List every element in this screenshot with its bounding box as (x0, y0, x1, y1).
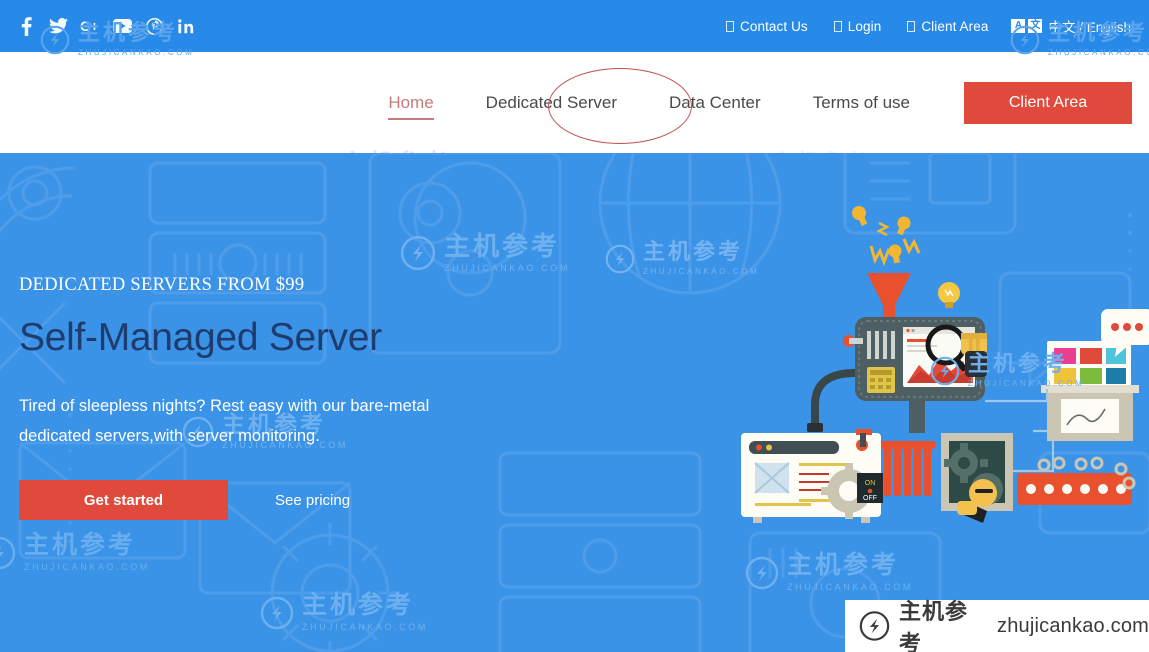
top-link-label: Contact Us (740, 18, 808, 34)
illustration-gear-box (941, 433, 1013, 523)
badge-logo-icon (859, 611, 890, 641)
client-area-button[interactable]: Client Area (964, 81, 1132, 124)
illustration-sparks (852, 206, 921, 267)
language-switcher-label: 中文 / English (1048, 20, 1131, 35)
badge-zh-text: 主机参考 (898, 599, 968, 652)
illustration-color-panel (1041, 309, 1149, 441)
missing-glyph-icon (833, 20, 842, 32)
twitter-icon[interactable] (42, 10, 74, 42)
top-nav-links: Contact Us Login Client Area A 文 中文 / En… (713, 16, 1131, 36)
hero-actions: Get started See pricing (19, 480, 499, 520)
main-navigation-bar: 主机参考 ZHUJICANKAO.COM 主机参考 ZHUJICANKAO.CO… (0, 52, 1149, 190)
site-watermark-badge: 主机参考 zhujicankao.com (845, 599, 1149, 652)
hero-eyebrow: DEDICATED SERVERS FROM $99 (19, 275, 305, 295)
illustration-funnel (867, 273, 911, 323)
nav-item-home[interactable]: Home (362, 93, 459, 120)
illustration-printer-device: ON OFF (741, 429, 883, 523)
svg-text:ON: ON (865, 480, 876, 487)
illustration-conveyor (1017, 456, 1136, 505)
illustration-bellows (881, 441, 935, 496)
nav-item-terms-of-use[interactable]: Terms of use (787, 93, 936, 113)
pinterest-icon[interactable] (138, 10, 170, 42)
top-link-contact-us[interactable]: Contact Us (713, 19, 821, 34)
top-link-login[interactable]: Login (821, 19, 895, 34)
nav-item-dedicated-server[interactable]: Dedicated Server (460, 93, 643, 113)
social-links: G+ (10, 10, 202, 42)
top-utility-bar: G+ Contact Us Login Client Area A 文 中文 /… (0, 0, 1149, 52)
nav-links: Home Dedicated Server Data Center Terms … (362, 93, 936, 120)
hero-section: DEDICATED SERVERS FROM $99 Self-Managed … (0, 153, 1149, 652)
translate-a-icon: A (1011, 19, 1026, 33)
missing-glyph-icon (907, 20, 916, 32)
top-link-client-area[interactable]: Client Area (894, 19, 1001, 34)
nav-item-data-center[interactable]: Data Center (643, 93, 787, 113)
illustration-main-machine (843, 317, 987, 433)
youtube-icon[interactable] (106, 10, 138, 42)
missing-glyph-icon (726, 20, 734, 32)
webpage-screenshot: G+ Contact Us Login Client Area A 文 中文 /… (0, 0, 1149, 652)
svg-text:G+: G+ (80, 19, 99, 33)
language-switcher[interactable]: A 文 中文 / English (1001, 16, 1131, 36)
linkedin-icon[interactable] (170, 10, 202, 42)
hero-copy-block: DEDICATED SERVERS FROM $99 Self-Managed … (19, 275, 499, 520)
hero-illustration: ON OFF (741, 206, 1149, 523)
hero-subcopy: Tired of sleepless nights? Rest easy wit… (19, 397, 430, 445)
get-started-button[interactable]: Get started (19, 480, 228, 520)
svg-text:OFF: OFF (863, 495, 877, 502)
illustration-lightbulb (938, 282, 960, 308)
badge-en-text: zhujicankao.com (997, 614, 1149, 637)
facebook-icon[interactable] (10, 10, 42, 42)
top-link-label: Login (847, 18, 882, 34)
top-link-label: Client Area (921, 18, 989, 34)
see-pricing-link[interactable]: See pricing (275, 492, 350, 509)
google-plus-icon[interactable]: G+ (74, 10, 106, 42)
hero-headline: Self-Managed Server (19, 316, 382, 359)
translate-zh-icon: 文 (1028, 19, 1043, 33)
